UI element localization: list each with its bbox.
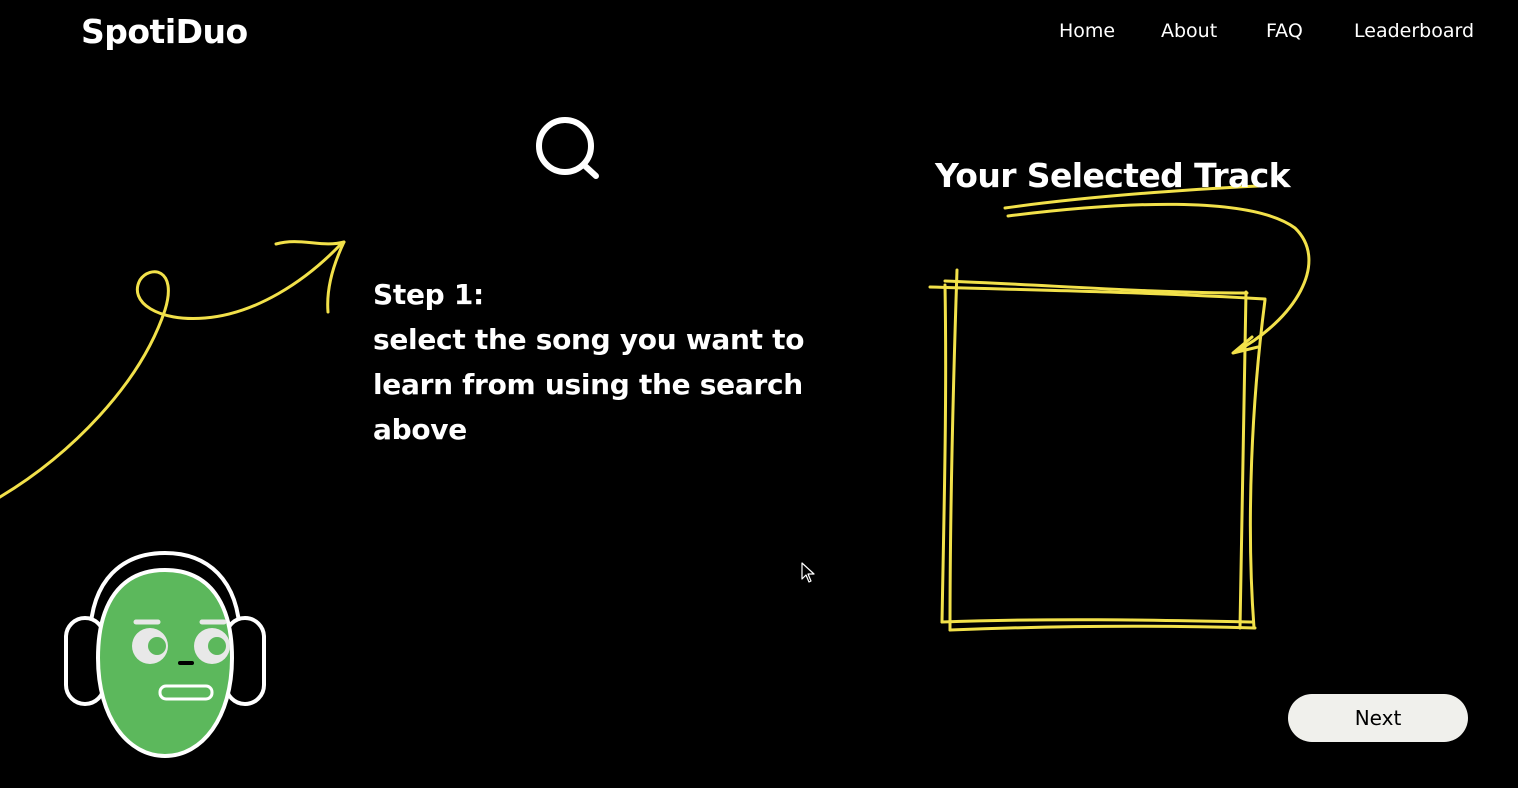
nav-faq-link[interactable]: FAQ xyxy=(1266,20,1303,42)
nav-about-link[interactable]: About xyxy=(1161,20,1217,42)
selected-track-area[interactable] xyxy=(955,295,1240,618)
step-line-1: select the song you want to xyxy=(373,323,805,356)
step-label: Step 1: xyxy=(373,278,484,311)
search-icon xyxy=(536,117,599,179)
top-nav: Home About FAQ Leaderboard xyxy=(1040,20,1480,50)
left-arrow-head-top xyxy=(274,240,346,246)
step-line-2: learn from using the search xyxy=(373,368,803,401)
selected-track-title: Your Selected Track xyxy=(935,156,1291,195)
left-arrow-head-bottom xyxy=(326,240,346,314)
search-button[interactable] xyxy=(530,113,604,185)
page: SpotiDuo Home About FAQ Leaderboard Step… xyxy=(0,0,1518,788)
left-swirl-arrow xyxy=(0,241,344,499)
logo[interactable]: SpotiDuo xyxy=(81,12,248,51)
step-instructions: Step 1: select the song you want to lear… xyxy=(373,272,805,452)
mouse-cursor-icon xyxy=(801,562,815,583)
mascot-headphones-icon xyxy=(64,550,266,759)
step-line-3: above xyxy=(373,413,467,446)
next-button[interactable]: Next xyxy=(1288,694,1468,742)
nav-home-link[interactable]: Home xyxy=(1059,20,1115,42)
nav-leaderboard-link[interactable]: Leaderboard xyxy=(1354,20,1474,42)
